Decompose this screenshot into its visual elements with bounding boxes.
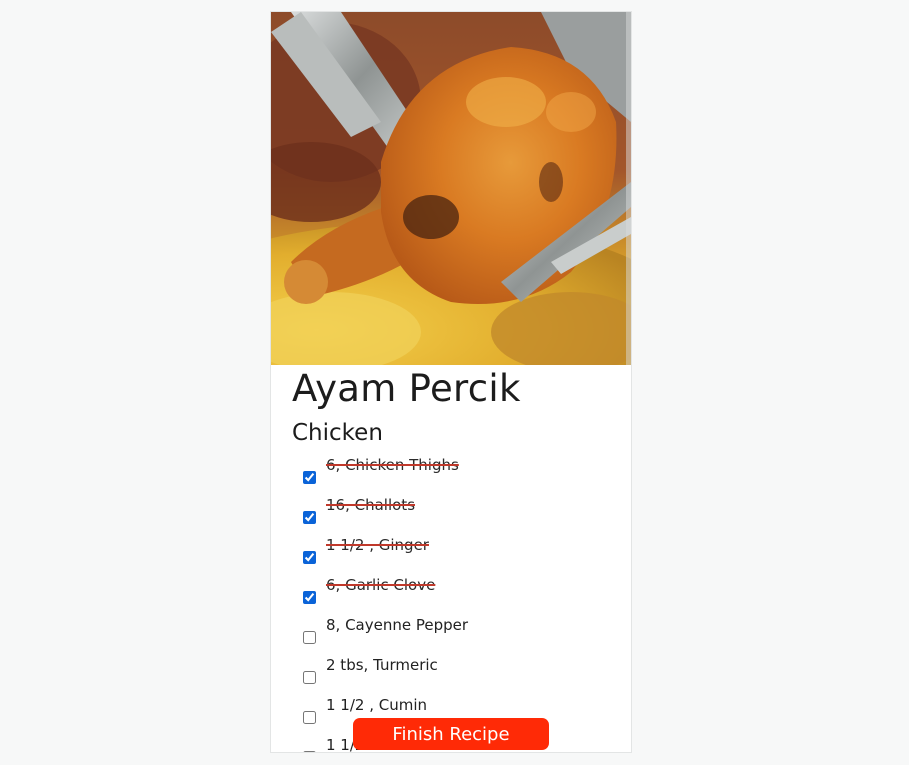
- finish-recipe-button[interactable]: Finish Recipe: [353, 718, 549, 750]
- ingredient-item: 8, Cayenne Pepper: [271, 616, 631, 659]
- ingredient-label: 2 tbs, Turmeric: [326, 656, 438, 674]
- ingredient-label: 16, Challots: [326, 496, 416, 514]
- ingredient-checkbox[interactable]: [303, 591, 316, 604]
- ingredient-label: 1 1/2 , Cumin: [326, 696, 428, 714]
- ingredient-item: 2 tbs, Turmeric: [271, 656, 631, 699]
- ingredient-item: 6, Garlic Clove: [271, 576, 631, 619]
- ingredient-checkbox[interactable]: [303, 671, 316, 684]
- ingredient-label: 6, Chicken Thighs: [326, 456, 459, 474]
- recipe-photo: [271, 12, 631, 365]
- ingredient-checkbox[interactable]: [303, 631, 316, 644]
- ingredient-checkbox[interactable]: [303, 551, 316, 564]
- section-title: Chicken: [292, 420, 383, 446]
- ingredient-checkbox[interactable]: [303, 511, 316, 524]
- ingredient-item: 1 1/2 , Ginger: [271, 536, 631, 579]
- ingredient-checkbox[interactable]: [303, 471, 316, 484]
- ingredient-label: 1 1/2 , Ginger: [326, 536, 429, 554]
- ingredient-checkbox[interactable]: [303, 751, 316, 752]
- ingredient-list: 6, Chicken Thighs 16, Challots 1 1/2 , Gin…: [271, 456, 631, 752]
- ingredient-label: 8, Cayenne Pepper: [326, 616, 469, 634]
- ingredient-label: 6, Garlic Clove: [326, 576, 436, 594]
- ingredient-item: 6, Chicken Thighs: [271, 456, 631, 499]
- recipe-card: Ayam Percik Chicken 6, Chicken Thighs 16,…: [270, 11, 632, 753]
- recipe-title: Ayam Percik: [292, 367, 521, 410]
- ingredient-checkbox[interactable]: [303, 711, 316, 724]
- ingredient-item: 16, Challots: [271, 496, 631, 539]
